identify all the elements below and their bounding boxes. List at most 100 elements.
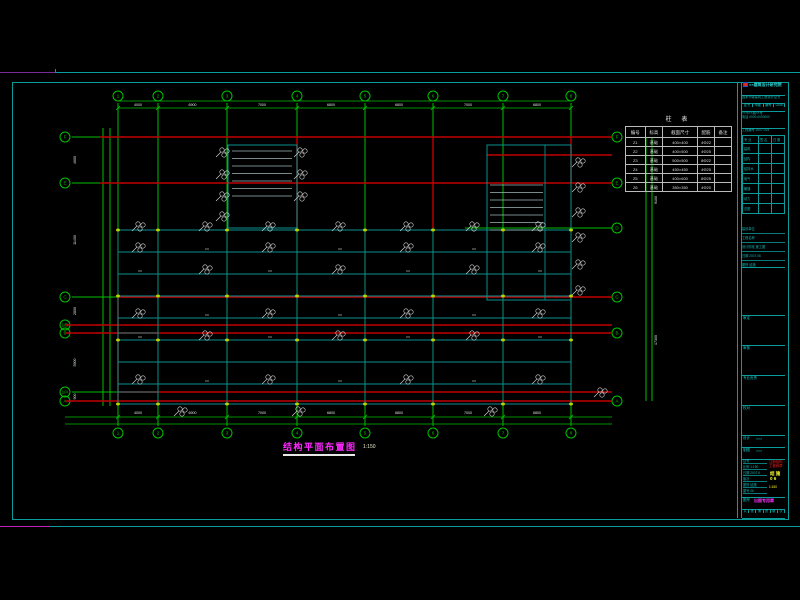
column-node [363, 229, 367, 232]
grid-bubble-right-label: B [615, 331, 618, 336]
grid-bubble-left-label: C [63, 295, 67, 300]
beam-tag-cluster [466, 331, 479, 340]
left-dim: 900 [73, 394, 77, 400]
cad-viewport[interactable]: 1122334455667788FEC1/BB1/AAFEDCBA4000690… [0, 0, 800, 600]
column-node [431, 229, 435, 232]
column-table-cell: Z2 [626, 147, 646, 156]
column-table-cell [715, 174, 732, 183]
bottom-dim: 6800 [327, 411, 335, 415]
beam-tag-cluster [262, 243, 275, 252]
bottom-dim: 7000 [258, 411, 266, 415]
beam-tag-cluster [484, 407, 497, 416]
column-node [363, 339, 367, 342]
column-schedule-table: 柱 表 编号标高截面尺寸配筋备注Z1基础400×4004Φ22Z2基础400×5… [625, 114, 732, 192]
column-table-cell: 基础 [645, 174, 663, 183]
drawing-scale: 1:150 [363, 444, 376, 450]
column-table-cell: 4Φ25 [698, 165, 715, 174]
meta-area: 证号 比例 1:150日期 2007.6版次 图别 结施图号 06注册结构工程师… [742, 459, 785, 498]
beam-tag-cluster [400, 243, 413, 252]
approve-cell: 专业负责 [742, 375, 785, 406]
floor-plan-drawing[interactable]: 1122334455667788FEC1/BB1/AAFEDCBA4000690… [0, 0, 800, 600]
column-table-cell: 4Φ22 [698, 138, 715, 147]
design-institute-logo [743, 82, 748, 87]
column-node [225, 403, 229, 406]
column-table-cell: 基础 [645, 156, 663, 165]
grid-bubble-bottom-label: 7 [502, 431, 505, 436]
column-node [116, 295, 120, 298]
beam-tag-cluster [532, 375, 545, 384]
column-table-cell [715, 183, 732, 192]
column-table-grid: 编号标高截面尺寸配筋备注Z1基础400×4004Φ22Z2基础400×5004Φ… [625, 126, 732, 192]
top-dim: 7000 [464, 103, 472, 107]
beam-tag-cluster [294, 192, 307, 201]
column-node [225, 295, 229, 298]
beam-tag-cluster [400, 375, 413, 384]
grid-bubble-top-label: 8 [570, 94, 573, 99]
bottom-rule-accent [0, 526, 50, 527]
grid-bubble-top-label: 6 [432, 94, 435, 99]
column-table-cell [715, 147, 732, 156]
grid-bubble-bottom-label: 2 [157, 431, 160, 436]
beam-tag-cluster [332, 331, 345, 340]
column-node [431, 339, 435, 342]
column-node [363, 295, 367, 298]
beam-tag-cluster [262, 309, 275, 318]
beam-tag-cluster [572, 158, 585, 167]
column-node [225, 339, 229, 342]
left-dim: 5900 [73, 359, 77, 367]
approve-cell: 校对 [742, 405, 785, 436]
left-dim: 2800 [73, 307, 77, 315]
beam-tag-cluster [132, 243, 145, 252]
beam-tag-cluster [572, 183, 585, 192]
column-table-cell [715, 156, 732, 165]
approve-cell: 审核 [742, 345, 785, 376]
grid-bubble-bottom-label: 3 [226, 431, 229, 436]
approve-cell: 审定 [742, 315, 785, 346]
beam-tag-cluster [532, 309, 545, 318]
institute-name: ××建筑设计研究院 [749, 83, 782, 87]
column-table-cell: Z3 [626, 156, 646, 165]
column-table-cell: 基础 [645, 138, 663, 147]
column-node [156, 295, 160, 298]
column-node [295, 229, 299, 232]
bottom-cells: 共张第张版次 [742, 509, 785, 519]
column-table-cell: 基础 [645, 165, 663, 174]
left-dim: 4600 [73, 156, 77, 164]
grid-bubble-right-label: A [615, 399, 618, 404]
column-table-header: 编号 [626, 127, 646, 138]
column-table-cell: 4Φ25 [698, 147, 715, 156]
top-dim: 6900 [189, 103, 197, 107]
beam-tag-cluster [132, 375, 145, 384]
column-table-cell [715, 165, 732, 174]
beam-tag-cluster [199, 265, 212, 274]
grid-bubble-right-label: E [615, 181, 618, 186]
beam-tag-cluster [294, 148, 307, 157]
beam-tag-cluster [262, 375, 275, 384]
column-node [363, 403, 367, 406]
grid-bubble-top-label: 3 [226, 94, 229, 99]
column-node [295, 295, 299, 298]
column-table-cell: 400×400 [663, 138, 698, 147]
beam-tag-cluster [199, 331, 212, 340]
column-table-cell [715, 138, 732, 147]
column-table-cell: Z5 [626, 174, 646, 183]
top-dim: 4000 [134, 103, 142, 107]
column-node [501, 403, 505, 406]
bottom-dim: 7000 [464, 411, 472, 415]
beam-tag-cluster [466, 265, 479, 274]
column-table-cell: 400×600 [663, 174, 698, 183]
top-dim: 7000 [258, 103, 266, 107]
grid-bubble-right-label: C [615, 295, 619, 300]
institute-info: ××市××路××号电话 0000-0000000 [742, 111, 785, 129]
column-node [295, 403, 299, 406]
beam-tag-cluster [572, 260, 585, 269]
blank-cell [742, 267, 785, 316]
column-node [156, 339, 160, 342]
column-node [569, 229, 573, 232]
drawing-title-underline [283, 454, 355, 456]
grid-bubble-top-label: 5 [364, 94, 367, 99]
column-node [431, 295, 435, 298]
column-table-cell: 350×350 [663, 183, 698, 192]
column-table-cell: 基础 [645, 183, 663, 192]
column-node [225, 229, 229, 232]
